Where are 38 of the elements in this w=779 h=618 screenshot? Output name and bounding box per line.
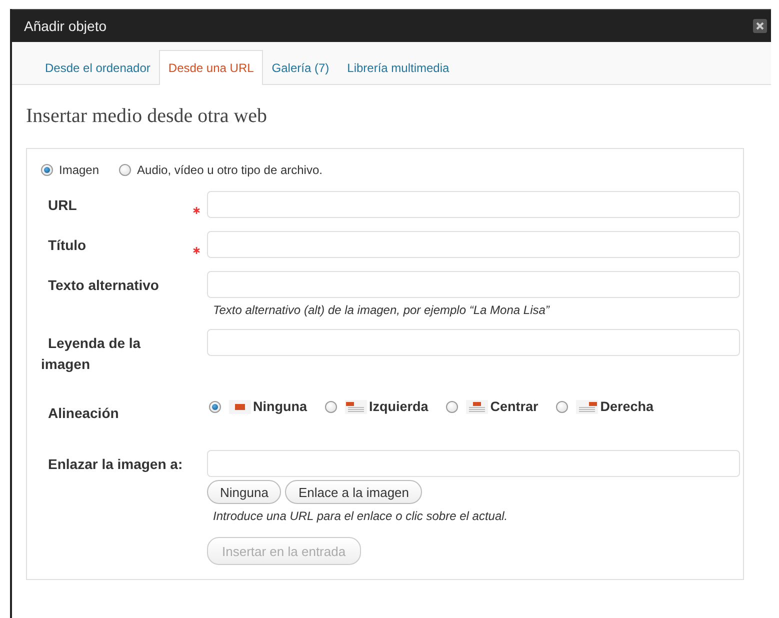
hint-text: Texto alternativo (alt) de la imagen, por ejemplo “La Mona Lisa” <box>213 303 551 317</box>
radio-label: Imagen <box>59 163 100 177</box>
input-field[interactable] <box>207 231 740 258</box>
input-field[interactable] <box>207 450 740 477</box>
radio-label: Audio, vídeo u otro tipo de archivo. <box>137 163 322 177</box>
section-heading: Insertar medio desde otra web <box>26 105 268 128</box>
field-label: URL <box>47 196 78 215</box>
window-title: Añadir objeto <box>24 18 107 34</box>
field-label: Alineación <box>47 404 120 423</box>
tab[interactable]: Galería (7) <box>262 50 338 85</box>
field-label: Enlazar la imagen a: <box>47 455 183 474</box>
radio-label: Centrar <box>490 399 538 414</box>
radio-button[interactable] <box>325 400 337 412</box>
input-field[interactable] <box>207 329 740 356</box>
radio-label: Derecha <box>600 399 654 414</box>
image-left-align-icon <box>345 400 367 414</box>
radio-button[interactable] <box>119 164 132 176</box>
radio-label: Ninguna <box>253 399 307 414</box>
tab[interactable]: Desde el ordenador <box>36 50 160 85</box>
image-right-align-icon <box>576 400 598 414</box>
radio-button[interactable] <box>556 400 568 412</box>
tab[interactable]: Desde una URL <box>159 50 263 85</box>
radio-button[interactable] <box>41 164 53 176</box>
link-option-button[interactable]: Ninguna <box>207 480 282 504</box>
radio-button[interactable] <box>209 400 221 412</box>
image-center-align-icon <box>466 400 488 414</box>
input-field[interactable] <box>207 191 740 218</box>
hint-text: Introduce una URL para el enlace o clic sobre el actual. <box>213 509 509 523</box>
radio-button[interactable] <box>446 400 458 412</box>
field-label: Texto alternativo <box>47 276 160 295</box>
image-none-align-icon <box>229 400 251 414</box>
field-label: Título <box>47 236 88 255</box>
link-option-button[interactable]: Enlace a la imagen <box>285 480 422 504</box>
close-icon[interactable] <box>753 19 767 33</box>
input-field[interactable] <box>207 271 740 298</box>
tab[interactable]: Librería multimedia <box>338 50 458 85</box>
field-label: Leyenda de la imagen <box>41 334 142 374</box>
radio-label: Izquierda <box>369 399 428 414</box>
